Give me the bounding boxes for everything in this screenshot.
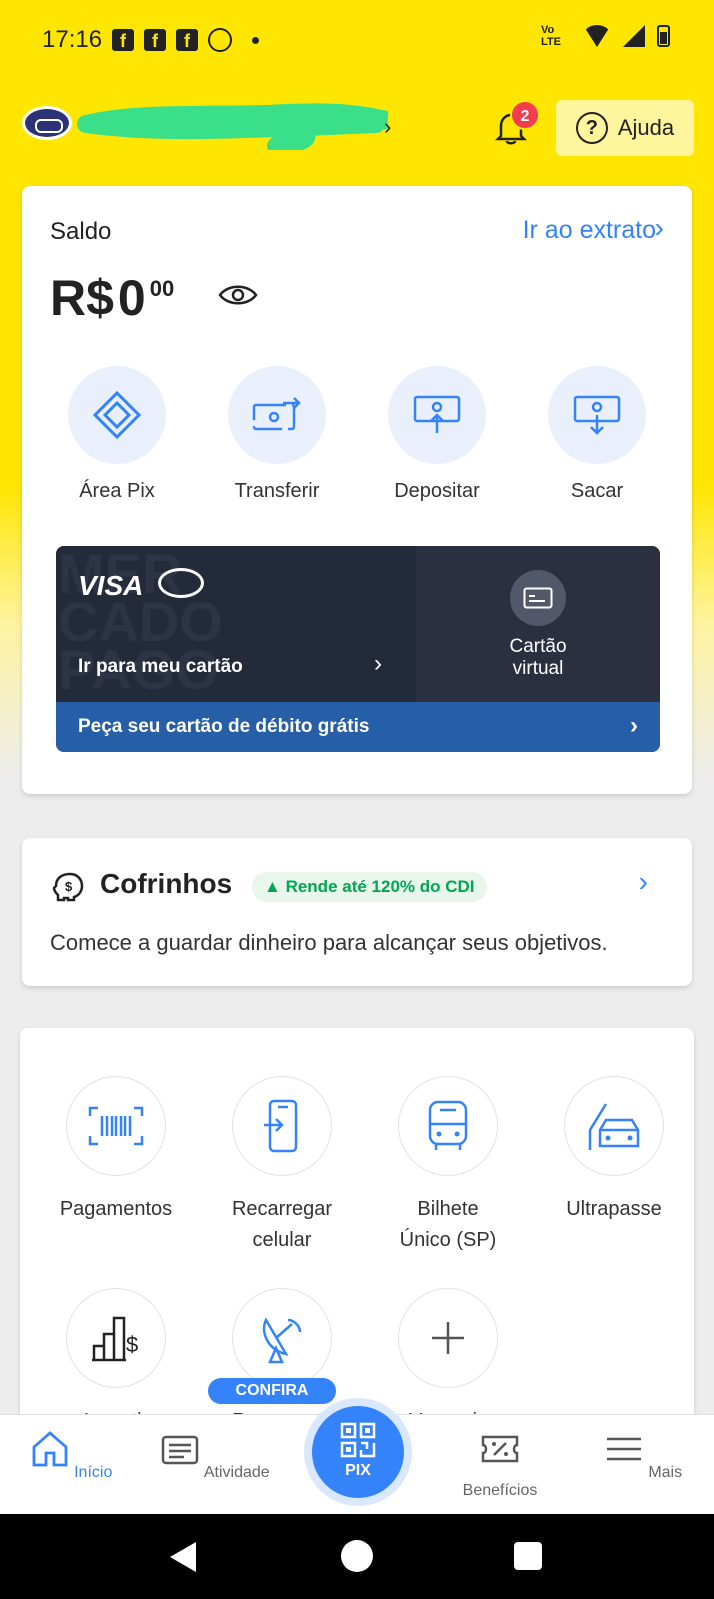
facebook-notification-icon: f	[176, 29, 198, 51]
service-payments[interactable]: Pagamentos	[32, 1076, 200, 1225]
plus-icon	[432, 1322, 464, 1354]
ticket-percent-icon	[481, 1435, 519, 1463]
withdraw-icon	[573, 395, 621, 435]
action-label: Sacar	[570, 480, 624, 502]
virtual-card-label: Cartão virtual	[509, 636, 567, 679]
quick-actions: Área Pix Transferir Depositar Sacar	[42, 366, 672, 503]
action-label: Área Pix	[79, 480, 155, 502]
nav-home[interactable]: Início	[16, 1429, 126, 1482]
balance-title: Saldo	[50, 218, 112, 245]
svg-text:$: $	[126, 1332, 138, 1357]
transfer-icon	[252, 397, 301, 431]
cell-signal-icon	[623, 25, 645, 47]
nav-label: Atividade	[203, 1464, 270, 1481]
bus-icon	[428, 1100, 468, 1150]
pix-icon	[92, 390, 142, 440]
satellite-dish-icon	[262, 1317, 302, 1364]
balance-card: Saldo Ir ao extrato › R$ 0 00 Área Pix T…	[22, 186, 692, 794]
service-label: Ultrapasse	[566, 1198, 662, 1220]
home-icon	[32, 1431, 68, 1467]
svg-text:$: $	[65, 879, 73, 894]
pix-fab-label: PIX	[345, 1462, 371, 1479]
action-label: Depositar	[394, 480, 480, 502]
action-withdraw[interactable]: Sacar	[522, 366, 672, 503]
chevron-right-icon[interactable]: ›	[639, 866, 648, 898]
service-label: Recarregar celular	[231, 1198, 333, 1251]
balance-amount: R$ 0 00	[50, 270, 174, 326]
savings-description: Comece a guardar dinheiro para alcançar …	[50, 930, 608, 955]
nav-benefits[interactable]: Benefícios	[445, 1429, 555, 1500]
account-chevron-icon[interactable]: ›	[384, 114, 391, 140]
status-bar: 17:16 f f f Vo LTE	[0, 0, 714, 80]
facebook-notification-icon: f	[144, 29, 166, 51]
back-icon[interactable]	[170, 1542, 196, 1572]
qr-code-icon	[340, 1422, 376, 1458]
yield-tag: ▲ Rende até 120% do CDI	[252, 872, 487, 902]
statement-link[interactable]: Ir ao extrato	[523, 216, 656, 245]
visa-logo: VISA	[78, 570, 144, 601]
service-bus-ticket[interactable]: Bilhete Único (SP)	[364, 1076, 532, 1256]
balance-currency: R$	[50, 270, 114, 326]
savings-title: Cofrinhos	[100, 868, 233, 899]
system-navigation-bar	[0, 1514, 714, 1599]
debit-card-banner: MER CADO PAGO VISA Ir para meu cartão › …	[56, 546, 660, 752]
statement-chevron-icon[interactable]: ›	[655, 212, 664, 244]
invest-chart-icon: $	[92, 1316, 138, 1362]
chevron-right-icon: ›	[630, 712, 638, 739]
whatsapp-notification-icon	[208, 28, 232, 52]
action-transfer[interactable]: Transferir	[202, 366, 352, 503]
chevron-right-icon: ›	[374, 650, 382, 677]
request-debit-card-label: Peça seu cartão de débito grátis	[78, 716, 370, 737]
balance-integer: 0	[117, 270, 146, 326]
eye-icon[interactable]	[218, 282, 258, 308]
phone-recharge-icon	[264, 1099, 298, 1153]
help-label: Ajuda	[617, 115, 675, 140]
pix-fab-button[interactable]: PIX	[304, 1398, 412, 1506]
go-to-card-label: Ir para meu cartão	[78, 656, 243, 677]
balance-cents: 00	[149, 276, 175, 301]
volte-indicator: Vo LTE	[541, 24, 561, 48]
nav-more[interactable]: Mais	[588, 1429, 698, 1482]
go-to-card-area[interactable]: MER CADO PAGO VISA Ir para meu cartão ›	[56, 546, 416, 702]
service-phone-recharge[interactable]: Recarregar celular	[198, 1076, 366, 1256]
action-label: Transferir	[234, 480, 320, 502]
promo-badge: CONFIRA	[208, 1378, 336, 1404]
deposit-icon	[413, 395, 461, 433]
facebook-notification-icon: f	[112, 29, 134, 51]
wifi-icon	[583, 25, 611, 47]
mercado-pago-handshake-icon	[158, 568, 204, 598]
card-icon	[523, 587, 553, 609]
menu-icon	[606, 1437, 641, 1461]
yield-tag-label: Rende até 120% do CDI	[285, 877, 475, 896]
service-label: Pagamentos	[59, 1198, 173, 1220]
more-notifications-dot-icon	[252, 36, 259, 44]
service-label: Bilhete Único (SP)	[399, 1198, 497, 1251]
services-card: Pagamentos Recarregar celular Bilhete Ún…	[20, 1028, 694, 1432]
service-ultrapasse[interactable]: Ultrapasse	[530, 1076, 698, 1225]
help-button[interactable]: ? Ajuda	[556, 100, 694, 156]
battery-icon	[657, 25, 670, 47]
virtual-card-button[interactable]: Cartão virtual	[416, 546, 660, 702]
nav-label: Benefícios	[462, 1482, 538, 1499]
barcode-icon	[88, 1106, 144, 1146]
nav-label: Início	[74, 1464, 113, 1481]
savings-card[interactable]: $ Cofrinhos ▲ Rende até 120% do CDI › Co…	[22, 838, 692, 986]
notification-count-badge: 2	[510, 100, 540, 130]
redaction-scribble	[77, 103, 389, 150]
status-time: 17:16	[42, 26, 103, 53]
car-toll-icon	[588, 1103, 640, 1150]
home-circle-icon[interactable]	[341, 1540, 373, 1572]
action-deposit[interactable]: Depositar	[362, 366, 512, 503]
piggy-bank-icon: $	[52, 872, 84, 902]
recent-apps-icon[interactable]	[514, 1542, 542, 1570]
nav-label: Mais	[648, 1464, 683, 1481]
request-debit-card-link[interactable]: Peça seu cartão de débito grátis ›	[56, 702, 660, 752]
mercado-pago-logo	[22, 106, 72, 140]
action-pix-area[interactable]: Área Pix	[42, 366, 192, 503]
nav-activity[interactable]: Atividade	[160, 1429, 270, 1482]
question-icon: ?	[575, 112, 608, 144]
activity-icon	[162, 1435, 199, 1465]
